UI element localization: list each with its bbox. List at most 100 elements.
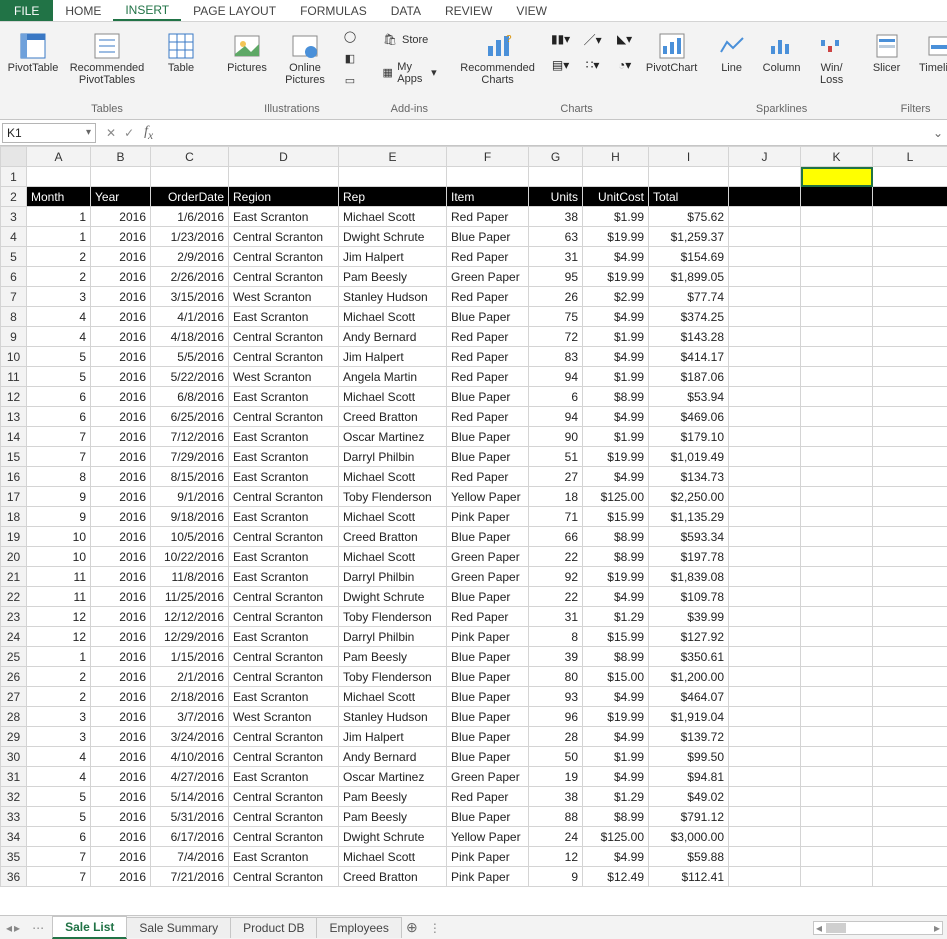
cell[interactable]: [873, 667, 947, 687]
cell[interactable]: [873, 187, 947, 207]
table-header-cell[interactable]: Year: [91, 187, 151, 207]
cell[interactable]: 2016: [91, 287, 151, 307]
cell[interactable]: 88: [529, 807, 583, 827]
cell[interactable]: 5/31/2016: [151, 807, 229, 827]
cell[interactable]: [729, 687, 801, 707]
cell[interactable]: $1,899.05: [649, 267, 729, 287]
cell[interactable]: Oscar Martinez: [339, 767, 447, 787]
cell[interactable]: $1.29: [583, 607, 649, 627]
row-header[interactable]: 35: [1, 847, 27, 867]
cell[interactable]: 2016: [91, 247, 151, 267]
cell[interactable]: $4.99: [583, 407, 649, 427]
cell[interactable]: [729, 427, 801, 447]
cell[interactable]: Creed Bratton: [339, 407, 447, 427]
cell[interactable]: $127.92: [649, 627, 729, 647]
row-header[interactable]: 31: [1, 767, 27, 787]
cell[interactable]: Green Paper: [447, 267, 529, 287]
cell[interactable]: 96: [529, 707, 583, 727]
cell[interactable]: 7/21/2016: [151, 867, 229, 887]
cell[interactable]: 2016: [91, 487, 151, 507]
cell[interactable]: $99.50: [649, 747, 729, 767]
cell[interactable]: [873, 267, 947, 287]
cell[interactable]: 10: [27, 547, 91, 567]
column-header-L[interactable]: L: [873, 147, 947, 167]
chart-bar-icon[interactable]: ▤▾: [545, 52, 577, 78]
cell[interactable]: Jim Halpert: [339, 347, 447, 367]
cell[interactable]: $350.61: [649, 647, 729, 667]
cell[interactable]: Blue Paper: [447, 727, 529, 747]
cell[interactable]: [729, 827, 801, 847]
cell[interactable]: 11: [27, 567, 91, 587]
formula-bar-expand-icon[interactable]: ⌄: [929, 126, 947, 140]
cell[interactable]: $134.73: [649, 467, 729, 487]
cell[interactable]: Green Paper: [447, 547, 529, 567]
cell[interactable]: Darryl Philbin: [339, 447, 447, 467]
cell[interactable]: Oscar Martinez: [339, 427, 447, 447]
cell[interactable]: [801, 707, 873, 727]
cell[interactable]: 12: [529, 847, 583, 867]
cell[interactable]: 31: [529, 607, 583, 627]
sparkline-line-button[interactable]: Line: [711, 26, 753, 74]
cell[interactable]: $4.99: [583, 247, 649, 267]
cell[interactable]: $4.99: [583, 687, 649, 707]
cell[interactable]: [801, 347, 873, 367]
sheet-tab-active[interactable]: Sale List: [52, 916, 127, 939]
cell[interactable]: 2016: [91, 687, 151, 707]
cell[interactable]: 95: [529, 267, 583, 287]
cell[interactable]: Central Scranton: [229, 787, 339, 807]
cell[interactable]: $1,259.37: [649, 227, 729, 247]
cell[interactable]: [801, 787, 873, 807]
active-cell[interactable]: [801, 167, 873, 187]
cell[interactable]: 2: [27, 267, 91, 287]
cell[interactable]: [729, 787, 801, 807]
cell[interactable]: Red Paper: [447, 287, 529, 307]
cell[interactable]: Jim Halpert: [339, 247, 447, 267]
cell[interactable]: [729, 867, 801, 887]
cell[interactable]: 5: [27, 367, 91, 387]
cell[interactable]: 9: [529, 867, 583, 887]
cell[interactable]: 11/25/2016: [151, 587, 229, 607]
row-header[interactable]: 33: [1, 807, 27, 827]
new-sheet-button[interactable]: ⊕: [401, 919, 423, 936]
cell[interactable]: Blue Paper: [447, 747, 529, 767]
cell[interactable]: 94: [529, 407, 583, 427]
row-header[interactable]: 30: [1, 747, 27, 767]
cell[interactable]: [873, 607, 947, 627]
cell[interactable]: 31: [529, 247, 583, 267]
row-header[interactable]: 2: [1, 187, 27, 207]
row-header[interactable]: 20: [1, 547, 27, 567]
cell[interactable]: [801, 307, 873, 327]
scrollbar-thumb[interactable]: [826, 923, 846, 933]
cell[interactable]: $12.49: [583, 867, 649, 887]
chart-other-icon[interactable]: ◔▾: [609, 52, 641, 78]
cell[interactable]: Central Scranton: [229, 607, 339, 627]
cell[interactable]: [529, 167, 583, 187]
cell[interactable]: $8.99: [583, 547, 649, 567]
cell[interactable]: 4: [27, 327, 91, 347]
cell[interactable]: $125.00: [583, 487, 649, 507]
name-box[interactable]: K1 ▾: [2, 123, 96, 143]
table-header-cell[interactable]: Month: [27, 187, 91, 207]
timeline-button[interactable]: Timeline: [913, 26, 947, 74]
cell[interactable]: 7/29/2016: [151, 447, 229, 467]
cell[interactable]: East Scranton: [229, 427, 339, 447]
cell[interactable]: [729, 527, 801, 547]
cell[interactable]: 1: [27, 227, 91, 247]
cell[interactable]: $414.17: [649, 347, 729, 367]
cell[interactable]: 1: [27, 207, 91, 227]
cell[interactable]: West Scranton: [229, 287, 339, 307]
cell[interactable]: Green Paper: [447, 767, 529, 787]
cell[interactable]: 2016: [91, 867, 151, 887]
cell[interactable]: Michael Scott: [339, 507, 447, 527]
cell[interactable]: 2016: [91, 387, 151, 407]
cell[interactable]: 18: [529, 487, 583, 507]
cell[interactable]: Blue Paper: [447, 307, 529, 327]
pivottable-button[interactable]: PivotTable: [6, 26, 60, 74]
cell[interactable]: Jim Halpert: [339, 727, 447, 747]
cell[interactable]: $59.88: [649, 847, 729, 867]
cell[interactable]: $187.06: [649, 367, 729, 387]
screenshot-button[interactable]: ▭: [336, 70, 364, 90]
cell[interactable]: $1,200.00: [649, 667, 729, 687]
cell[interactable]: [873, 167, 947, 187]
cell[interactable]: [729, 727, 801, 747]
